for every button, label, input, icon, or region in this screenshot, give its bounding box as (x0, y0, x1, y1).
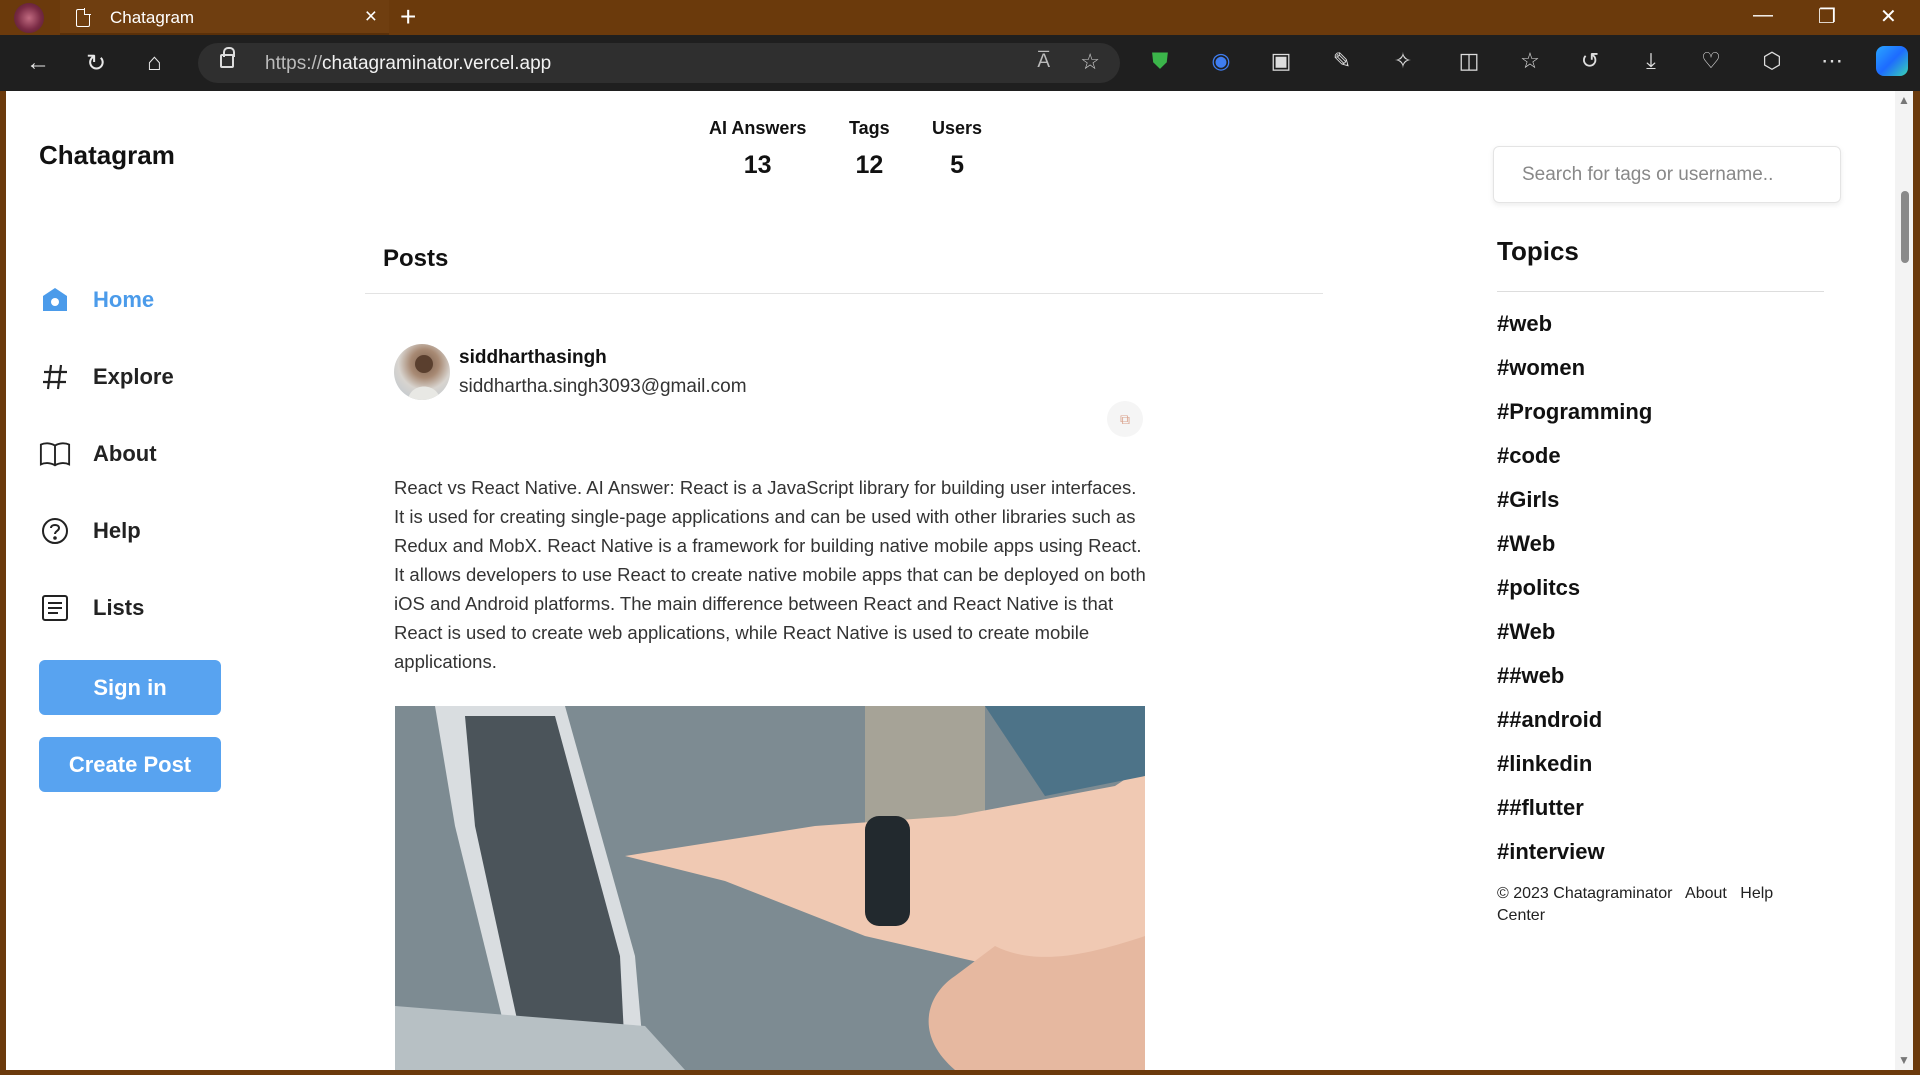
copy-icon: ⧉ (1120, 410, 1130, 427)
stat-value: 5 (950, 151, 964, 179)
topic-link[interactable]: #Web (1497, 531, 1555, 557)
minimize-icon[interactable]: — (1753, 4, 1773, 27)
sidebar-item-label: Explore (93, 364, 174, 389)
stat-users: Users 5 (932, 118, 982, 180)
scroll-down-icon[interactable]: ▼ (1898, 1053, 1910, 1067)
home-icon (39, 284, 71, 316)
browser-essentials-icon[interactable]: ⬡ (1760, 49, 1784, 73)
address-bar: ← ↻ ⌂ https://chatagraminator.vercel.app… (0, 35, 1920, 91)
extensions-icon[interactable]: ✧ (1391, 49, 1415, 73)
home-browser-icon[interactable]: ⌂ (147, 49, 162, 77)
search-input[interactable]: Search for tags or username.. (1493, 146, 1841, 203)
app-brand[interactable]: Chatagram (39, 140, 175, 171)
sidebar-item-explore[interactable]: Explore (39, 361, 174, 393)
favorites-icon[interactable]: ☆ (1518, 49, 1542, 73)
stat-value: 12 (855, 151, 884, 179)
topic-link[interactable]: #politcs (1497, 575, 1580, 601)
copy-button[interactable]: ⧉ (1107, 401, 1143, 437)
stat-ai-answers: AI Answers 13 (709, 118, 806, 180)
favorite-star-icon[interactable]: ☆ (1080, 49, 1100, 75)
sidebar-item-lists[interactable]: Lists (39, 592, 144, 624)
topic-link[interactable]: #women (1497, 355, 1585, 381)
divider (1497, 291, 1824, 292)
hash-icon (39, 361, 71, 393)
close-tab-icon[interactable]: × (365, 5, 377, 29)
topic-link[interactable]: #web (1497, 311, 1552, 337)
stat-label: Users (932, 118, 983, 138)
copyright-text: © 2023 Chatagraminator (1497, 885, 1673, 902)
post-avatar[interactable] (394, 344, 450, 400)
sidebar-item-label: Lists (93, 595, 145, 620)
topic-link[interactable]: ##web (1497, 663, 1564, 689)
dropper-icon[interactable]: ✎ (1330, 49, 1354, 73)
back-icon[interactable]: ← (26, 49, 50, 77)
sidebar-item-label: About (93, 441, 157, 466)
book-icon (39, 438, 71, 470)
stat-label: Tags (849, 118, 890, 138)
topic-link[interactable]: #linkedin (1497, 751, 1592, 777)
sidebar-item-help[interactable]: Help (39, 515, 141, 547)
help-icon (39, 515, 71, 547)
split-screen-icon[interactable]: ◫ (1457, 49, 1481, 73)
divider (365, 293, 1323, 294)
post-email: siddhartha.singh3093@gmail.com (459, 376, 747, 397)
topic-link[interactable]: ##flutter (1497, 795, 1584, 821)
post-image (395, 706, 1145, 1070)
scrollbar-thumb[interactable] (1901, 191, 1909, 263)
history-icon[interactable]: ↺ (1578, 49, 1602, 73)
extension-icon[interactable]: ◉ (1209, 49, 1233, 73)
sidebar-item-label: Help (93, 518, 141, 543)
close-window-icon[interactable]: ✕ (1880, 4, 1897, 29)
copilot-icon[interactable] (1876, 46, 1908, 76)
lock-icon (220, 47, 235, 68)
scrollbar[interactable]: ▲ ▼ (1895, 91, 1913, 1070)
page-content: Chatagram Home Explore About Help Lists … (6, 91, 1913, 1070)
stat-label: AI Answers (709, 118, 807, 138)
sidebar-item-about[interactable]: About (39, 438, 157, 470)
performance-icon[interactable]: ♡ (1699, 49, 1723, 73)
sign-in-button[interactable]: Sign in (39, 660, 221, 715)
posts-heading: Posts (383, 245, 449, 272)
tab-title: Chatagram (110, 8, 195, 27)
page-icon (76, 8, 91, 27)
topic-link[interactable]: #Web (1497, 619, 1555, 645)
url-field[interactable]: https://chatagraminator.vercel.app A̅ ☆ (198, 43, 1120, 83)
profile-avatar[interactable] (14, 3, 44, 33)
new-tab-button[interactable]: + (400, 1, 416, 33)
topics-heading: Topics (1497, 236, 1579, 266)
post-username[interactable]: siddharthasingh (459, 347, 607, 369)
create-post-button[interactable]: Create Post (39, 737, 221, 792)
footer: © 2023 Chatagraminator About Help Center (1497, 883, 1797, 927)
scroll-up-icon[interactable]: ▲ (1898, 93, 1910, 107)
url-text: https://chatagraminator.vercel.app (265, 53, 552, 74)
topic-link[interactable]: #code (1497, 443, 1561, 469)
topic-link[interactable]: #Programming (1497, 399, 1652, 425)
browser-tab[interactable]: Chatagram × (60, 0, 389, 35)
list-icon (39, 592, 71, 624)
refresh-icon[interactable]: ↻ (86, 49, 106, 78)
restore-icon[interactable]: ❐ (1818, 4, 1836, 29)
topic-link[interactable]: ##android (1497, 707, 1602, 733)
topic-link[interactable]: #interview (1497, 839, 1605, 865)
topic-link[interactable]: #Girls (1497, 487, 1559, 513)
browser-tab-bar: Chatagram × + — ❐ ✕ (0, 0, 1920, 35)
downloads-icon[interactable]: ⤓ (1639, 49, 1663, 73)
stat-value: 13 (743, 151, 772, 179)
more-icon[interactable]: ⋯ (1820, 49, 1844, 73)
read-aloud-icon[interactable]: A̅ (1037, 51, 1050, 73)
camera-icon[interactable]: ▣ (1269, 49, 1293, 73)
stat-tags: Tags 12 (849, 118, 890, 180)
shield-extension-icon[interactable]: ⛊ (1148, 49, 1172, 73)
sidebar-item-home[interactable]: Home (39, 284, 154, 316)
post-body: React vs React Native. AI Answer: React … (394, 477, 1146, 672)
sidebar-item-label: Home (93, 287, 155, 312)
footer-about-link[interactable]: About (1685, 885, 1727, 902)
